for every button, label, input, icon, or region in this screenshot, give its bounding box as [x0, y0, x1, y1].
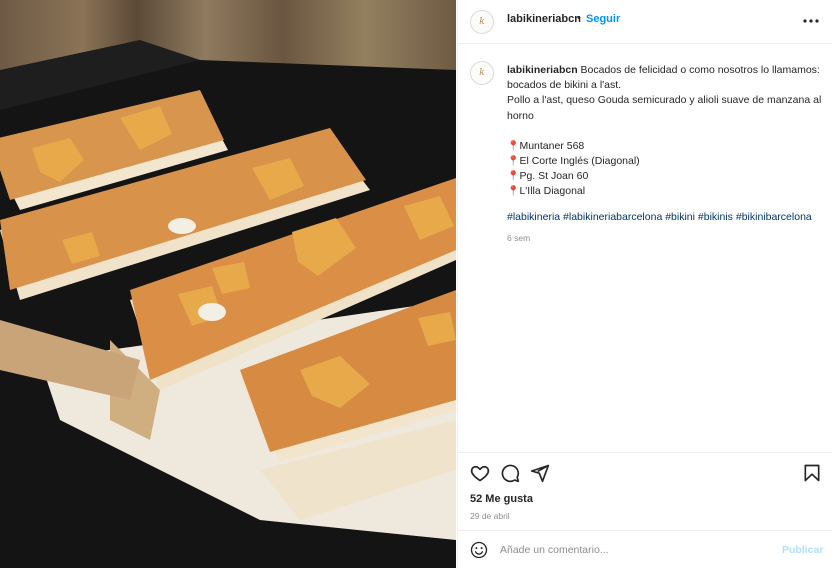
post-side-panel: k labikineriabcn • Seguir k labikineriab…	[457, 0, 832, 568]
post-caption: labikineriabcn Bocados de felicidad o co…	[507, 63, 823, 246]
hashtag-link[interactable]: #labikineriabarcelona	[563, 211, 662, 223]
separator-dot: •	[577, 12, 581, 24]
like-count[interactable]: 52 Me gusta	[470, 493, 533, 505]
post-actions: 52 Me gusta 29 de abril	[458, 452, 832, 530]
heart-icon[interactable]	[470, 463, 490, 483]
comment-input[interactable]	[500, 540, 770, 560]
caption-avatar[interactable]: k	[470, 61, 494, 85]
hashtag-link[interactable]: #bikinis	[698, 211, 733, 223]
location-line: 📍Pg. St Joan 60	[507, 169, 823, 184]
post-header: k labikineriabcn • Seguir	[458, 0, 832, 44]
bikini-sandwiches-image	[0, 40, 456, 568]
post-date[interactable]: 29 de abril	[470, 511, 510, 521]
add-comment-bar: Publicar	[458, 530, 832, 568]
hashtag-link[interactable]: #bikini	[665, 211, 695, 223]
username-link[interactable]: labikineriabcn	[507, 13, 581, 25]
bookmark-icon[interactable]	[802, 463, 822, 483]
location-text: Muntaner 568	[519, 139, 585, 152]
location-text: L'Illa Diagonal	[519, 185, 586, 198]
pin-icon: 📍	[507, 140, 520, 152]
more-options-icon[interactable]	[802, 12, 820, 30]
hashtags: #labikineria #labikineriabarcelona #biki…	[507, 210, 823, 225]
share-icon[interactable]	[530, 463, 550, 483]
hashtag-link[interactable]: #bikinibarcelona	[736, 211, 812, 223]
post-photo[interactable]	[0, 0, 456, 568]
follow-button[interactable]: Seguir	[586, 13, 620, 25]
publish-button[interactable]: Publicar	[782, 544, 823, 556]
location-line: 📍Muntaner 568	[507, 139, 823, 154]
pin-icon: 📍	[507, 156, 520, 168]
location-text: El Corte Inglés (Diagonal)	[519, 155, 640, 168]
avatar[interactable]: k	[470, 10, 494, 34]
location-text: Pg. St Joan 60	[519, 170, 589, 183]
caption-timestamp[interactable]: 6 sem	[507, 231, 823, 246]
emoji-icon[interactable]	[470, 541, 488, 559]
location-line: 📍El Corte Inglés (Diagonal)	[507, 154, 823, 169]
location-line: 📍L'Illa Diagonal	[507, 184, 823, 199]
comment-icon[interactable]	[500, 463, 520, 483]
caption-username[interactable]: labikineriabcn	[507, 64, 578, 76]
hashtag-link[interactable]: #labikineria	[507, 211, 560, 223]
pin-icon: 📍	[507, 186, 520, 198]
caption-line-1: labikineriabcn Bocados de felicidad o co…	[507, 63, 823, 93]
avatar-logo: k	[479, 17, 485, 27]
comments-section: k labikineriabcn Bocados de felicidad o …	[458, 45, 832, 451]
caption-text-2: Pollo a l'ast, queso Gouda semicurado y …	[507, 94, 822, 122]
pin-icon: 📍	[507, 171, 520, 183]
caption-avatar-logo: k	[479, 68, 485, 78]
